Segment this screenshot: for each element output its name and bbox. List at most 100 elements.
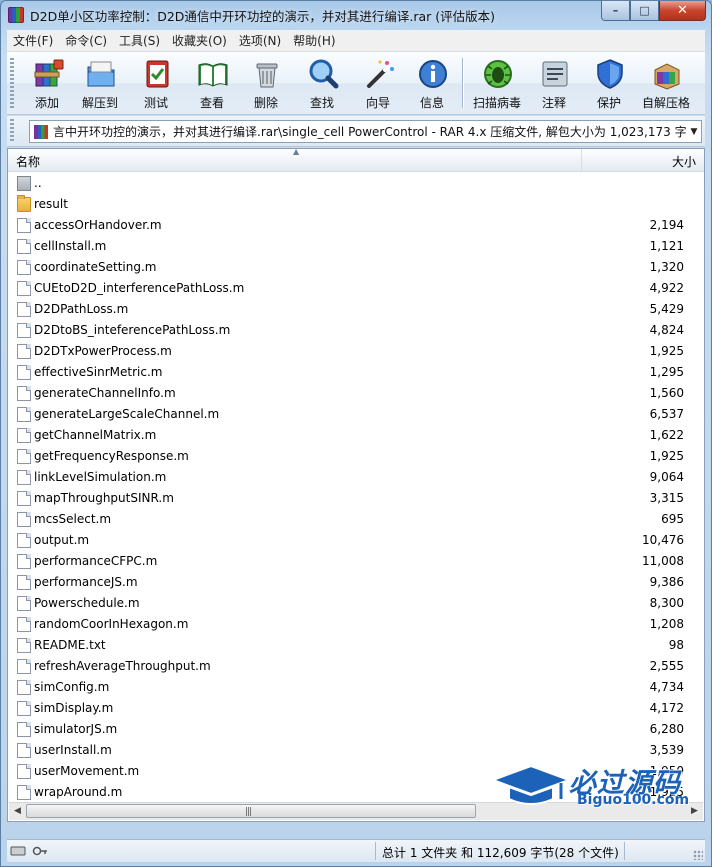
file-row[interactable]: accessOrHandover.m 2,194	[8, 215, 704, 236]
file-row[interactable]: D2DPathLoss.m 5,429	[8, 299, 704, 320]
address-field[interactable]: 言中开环功控的演示，并对其进行编译.rar\single_cell PowerC…	[29, 120, 702, 143]
info-button[interactable]: 信息	[406, 54, 458, 112]
file-size: 9,386	[649, 575, 684, 589]
file-row[interactable]: CUEtoD2D_interferencePathLoss.m 4,922	[8, 278, 704, 299]
file-row[interactable]: effectiveSinrMetric.m 1,295	[8, 362, 704, 383]
trash-icon	[256, 63, 278, 88]
comment-button[interactable]: 注释	[528, 54, 580, 112]
delete-button[interactable]: 删除	[240, 54, 292, 112]
menu-favorites[interactable]: 收藏夹(O)	[166, 32, 233, 49]
file-icon	[17, 596, 31, 611]
file-row[interactable]: README.txt 98	[8, 635, 704, 656]
file-name: generateChannelInfo.m	[34, 386, 176, 400]
comment-icon	[542, 61, 568, 87]
file-row[interactable]: refreshAverageThroughput.m 2,555	[8, 656, 704, 677]
file-row[interactable]: cellInstall.m 1,121	[8, 236, 704, 257]
shield-icon	[597, 59, 623, 89]
file-row[interactable]: Powerschedule.m 8,300	[8, 593, 704, 614]
status-divider	[375, 842, 376, 860]
find-label: 查找	[309, 96, 334, 110]
file-row[interactable]: D2DtoBS_inteferencePathLoss.m 4,824	[8, 320, 704, 341]
file-icon	[17, 239, 31, 254]
thumb-grip-icon: |||	[245, 807, 252, 817]
menu-help[interactable]: 帮助(H)	[287, 32, 341, 49]
file-row[interactable]: coordinateSetting.m 1,320	[8, 257, 704, 278]
status-divider	[624, 842, 625, 860]
file-row[interactable]: generateChannelInfo.m 1,560	[8, 383, 704, 404]
protect-button[interactable]: 保护	[583, 54, 635, 112]
size-column-header[interactable]: 大小	[583, 149, 704, 171]
file-icon	[17, 491, 31, 506]
file-row[interactable]: getChannelMatrix.m 1,622	[8, 425, 704, 446]
file-name: performanceCFPC.m	[34, 554, 158, 568]
find-button[interactable]: 查找	[296, 54, 348, 112]
add-button[interactable]: 添加	[21, 54, 73, 112]
file-icon	[17, 407, 31, 422]
add-label: 添加	[34, 96, 59, 110]
menu-options[interactable]: 选项(N)	[233, 32, 287, 49]
file-size: 1,295	[649, 365, 684, 379]
chevron-down-icon[interactable]: ▼	[687, 127, 701, 137]
minimize-button[interactable]: –	[601, 1, 630, 21]
scrollbar-thumb[interactable]: |||	[26, 804, 476, 818]
file-row[interactable]: D2DTxPowerProcess.m 1,925	[8, 341, 704, 362]
size-column-label: 大小	[671, 155, 696, 169]
name-column-header[interactable]: 名称 ▲	[8, 149, 582, 171]
menu-tools[interactable]: 工具(S)	[113, 32, 166, 49]
file-row[interactable]: simulatorJS.m 6,280	[8, 719, 704, 740]
file-row[interactable]: linkLevelSimulation.m 9,064	[8, 467, 704, 488]
file-size: 4,172	[649, 701, 684, 715]
file-row[interactable]: performanceCFPC.m 11,008	[8, 551, 704, 572]
protect-label: 保护	[596, 96, 621, 110]
file-icon	[17, 260, 31, 275]
file-icon	[17, 638, 31, 653]
file-list: 名称 ▲ 大小 .. result accessOrHandover.m 2,194 c…	[7, 148, 705, 822]
file-icon	[17, 428, 31, 443]
delete-label: 删除	[253, 96, 278, 110]
wizard-button[interactable]: 向导	[352, 54, 404, 112]
menu-commands[interactable]: 命令(C)	[59, 32, 113, 49]
scroll-left-icon[interactable]: ◀	[9, 803, 26, 820]
virus-scan-button[interactable]: 扫描病毒	[471, 54, 523, 112]
file-row[interactable]: generateLargeScaleChannel.m 6,537	[8, 404, 704, 425]
address-path: 言中开环功控的演示，并对其进行编译.rar\single_cell PowerC…	[53, 125, 687, 139]
wizard-label: 向导	[365, 96, 390, 110]
close-button[interactable]: ✕	[659, 1, 706, 21]
title-bar[interactable]: D2D单小区功率控制：D2D通信中开环功控的演示，并对其进行编译.rar (评估…	[1, 1, 711, 29]
address-bar-grip[interactable]	[10, 119, 14, 143]
file-row[interactable]: ..	[8, 173, 704, 194]
extract-to-icon	[87, 61, 115, 87]
toolbar-grip[interactable]	[10, 58, 14, 108]
file-size: 1,208	[649, 617, 684, 631]
sfx-label: 自解压格	[641, 96, 690, 110]
column-header: 名称 ▲ 大小	[8, 149, 704, 172]
file-size: 1,925	[649, 449, 684, 463]
winrar-app-icon[interactable]	[8, 7, 24, 23]
file-row[interactable]: mapThroughputSINR.m 3,315	[8, 488, 704, 509]
sfx-button[interactable]: 自解压格	[640, 54, 692, 112]
file-row[interactable]: simConfig.m 4,734	[8, 677, 704, 698]
menu-file[interactable]: 文件(F)	[7, 32, 59, 49]
file-size: 4,824	[649, 323, 684, 337]
file-row[interactable]: getFrequencyResponse.m 1,925	[8, 446, 704, 467]
file-name: D2DPathLoss.m	[34, 302, 129, 316]
file-name: coordinateSetting.m	[34, 260, 157, 274]
file-icon	[17, 680, 31, 695]
file-row[interactable]: randomCoorInHexagon.m 1,208	[8, 614, 704, 635]
file-row[interactable]: output.m 10,476	[8, 530, 704, 551]
view-button[interactable]: 查看	[186, 54, 238, 112]
file-name: mapThroughputSINR.m	[34, 491, 174, 505]
test-button[interactable]: 测试	[130, 54, 182, 112]
resize-grip-icon[interactable]	[693, 850, 703, 860]
file-row[interactable]: performanceJS.m 9,386	[8, 572, 704, 593]
file-row[interactable]: mcsSelect.m 695	[8, 509, 704, 530]
file-row[interactable]: simDisplay.m 4,172	[8, 698, 704, 719]
extract-to-button[interactable]: 解压到	[74, 54, 126, 112]
watermark-logo: 必过源码 Biguo100.com	[491, 756, 711, 816]
file-name: effectiveSinrMetric.m	[34, 365, 163, 379]
window-title: D2D单小区功率控制：D2D通信中开环功控的演示，并对其进行编译.rar (评估…	[30, 8, 496, 24]
maximize-button[interactable]: □	[630, 1, 659, 21]
watermark-en: Biguo100.com	[577, 792, 690, 808]
drive-key-icon[interactable]	[7, 842, 51, 860]
file-row[interactable]: result	[8, 194, 704, 215]
